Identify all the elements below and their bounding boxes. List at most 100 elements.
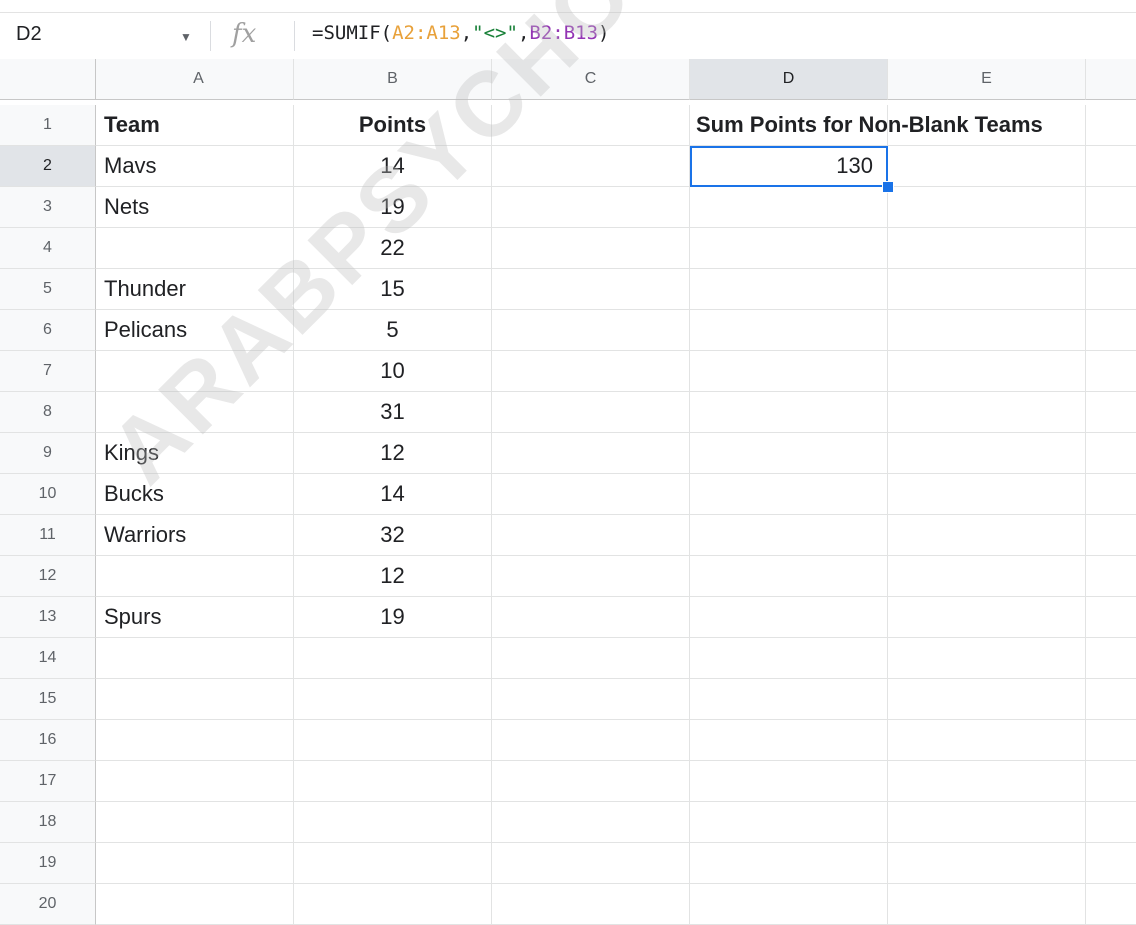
cell-c[interactable]	[492, 433, 690, 474]
cell-c[interactable]	[492, 351, 690, 392]
cell-c[interactable]	[492, 187, 690, 228]
row-header[interactable]: 2	[0, 146, 96, 187]
row-header[interactable]: 17	[0, 761, 96, 802]
cell-a[interactable]: Nets	[96, 187, 294, 228]
cell-b[interactable]	[294, 679, 492, 720]
cell-e[interactable]	[888, 843, 1086, 884]
row-header[interactable]: 18	[0, 802, 96, 843]
row-header[interactable]: 19	[0, 843, 96, 884]
row-header[interactable]: 20	[0, 884, 96, 925]
cell-c[interactable]	[492, 310, 690, 351]
cell-b[interactable]	[294, 761, 492, 802]
row-header[interactable]: 11	[0, 515, 96, 556]
cell-b[interactable]: 31	[294, 392, 492, 433]
cell-c[interactable]	[492, 269, 690, 310]
cell-d[interactable]	[690, 269, 888, 310]
cell-f[interactable]	[1086, 105, 1136, 146]
cell-d[interactable]	[690, 638, 888, 679]
cell-a[interactable]	[96, 228, 294, 269]
column-header-e[interactable]: E	[888, 59, 1086, 100]
column-header-d[interactable]: D	[690, 59, 888, 100]
column-header-f[interactable]	[1086, 59, 1136, 100]
row-header[interactable]: 16	[0, 720, 96, 761]
cell-b[interactable]	[294, 720, 492, 761]
cell-e[interactable]	[888, 720, 1086, 761]
cell-c[interactable]	[492, 392, 690, 433]
cell-b[interactable]: 22	[294, 228, 492, 269]
cell-f[interactable]	[1086, 474, 1136, 515]
cell-a[interactable]: Pelicans	[96, 310, 294, 351]
row-header[interactable]: 9	[0, 433, 96, 474]
cell-e[interactable]	[888, 679, 1086, 720]
cell-a[interactable]: Mavs	[96, 146, 294, 187]
cell-c[interactable]	[492, 679, 690, 720]
cell-a[interactable]	[96, 556, 294, 597]
row-header[interactable]: 14	[0, 638, 96, 679]
cell-d[interactable]	[690, 310, 888, 351]
cell-d[interactable]	[690, 392, 888, 433]
cell-c[interactable]	[492, 720, 690, 761]
cell-b[interactable]: 14	[294, 146, 492, 187]
row-header[interactable]: 10	[0, 474, 96, 515]
cell-d[interactable]	[690, 597, 888, 638]
cell-e[interactable]	[888, 515, 1086, 556]
row-header[interactable]: 15	[0, 679, 96, 720]
cell-e[interactable]	[888, 556, 1086, 597]
cell-c[interactable]	[492, 843, 690, 884]
cell-e[interactable]	[888, 105, 1086, 146]
cell-c[interactable]	[492, 515, 690, 556]
caret-down-icon[interactable]: ▼	[180, 30, 192, 44]
cell-c[interactable]	[492, 146, 690, 187]
cell-f[interactable]	[1086, 515, 1136, 556]
cell-c[interactable]	[492, 884, 690, 925]
cell-c[interactable]	[492, 761, 690, 802]
cell-a[interactable]	[96, 843, 294, 884]
cell-c[interactable]	[492, 228, 690, 269]
cell-c[interactable]	[492, 474, 690, 515]
cell-a[interactable]: Warriors	[96, 515, 294, 556]
cell-f[interactable]	[1086, 433, 1136, 474]
cell-f[interactable]	[1086, 556, 1136, 597]
cell-b[interactable]: 19	[294, 597, 492, 638]
row-header[interactable]: 12	[0, 556, 96, 597]
cell-c[interactable]	[492, 597, 690, 638]
cell-a[interactable]	[96, 679, 294, 720]
cell-f[interactable]	[1086, 884, 1136, 925]
cell-f[interactable]	[1086, 351, 1136, 392]
cell-e[interactable]	[888, 269, 1086, 310]
cell-d[interactable]: Sum Points for Non-Blank Teams	[690, 105, 1043, 146]
cell-d[interactable]	[690, 228, 888, 269]
cell-b[interactable]: 12	[294, 433, 492, 474]
name-box[interactable]: D2	[16, 23, 42, 46]
cell-b[interactable]	[294, 843, 492, 884]
row-header[interactable]: 8	[0, 392, 96, 433]
cell-f[interactable]	[1086, 843, 1136, 884]
cell-d[interactable]: 130	[690, 146, 888, 187]
cell-d[interactable]	[690, 351, 888, 392]
cell-f[interactable]	[1086, 392, 1136, 433]
formula-input[interactable]: =SUMIF(A2:A13,"<>",B2:B13)	[312, 22, 609, 44]
cell-b[interactable]	[294, 802, 492, 843]
cell-a[interactable]	[96, 720, 294, 761]
cell-b[interactable]	[294, 884, 492, 925]
cell-f[interactable]	[1086, 720, 1136, 761]
cell-a[interactable]: Bucks	[96, 474, 294, 515]
cell-a[interactable]	[96, 761, 294, 802]
cell-e[interactable]	[888, 146, 1086, 187]
cell-a[interactable]: Spurs	[96, 597, 294, 638]
cell-f[interactable]	[1086, 228, 1136, 269]
cell-e[interactable]	[888, 884, 1086, 925]
fill-handle[interactable]	[882, 181, 894, 193]
cell-e[interactable]	[888, 187, 1086, 228]
cell-a[interactable]: Thunder	[96, 269, 294, 310]
cell-d[interactable]	[690, 843, 888, 884]
column-header-b[interactable]: B	[294, 59, 492, 100]
cell-a[interactable]: Team	[96, 105, 294, 146]
cell-c[interactable]	[492, 638, 690, 679]
cell-b[interactable]: Points	[294, 105, 492, 146]
cell-d[interactable]	[690, 802, 888, 843]
cell-c[interactable]	[492, 556, 690, 597]
cell-d[interactable]	[690, 187, 888, 228]
cell-f[interactable]	[1086, 597, 1136, 638]
row-header[interactable]: 5	[0, 269, 96, 310]
